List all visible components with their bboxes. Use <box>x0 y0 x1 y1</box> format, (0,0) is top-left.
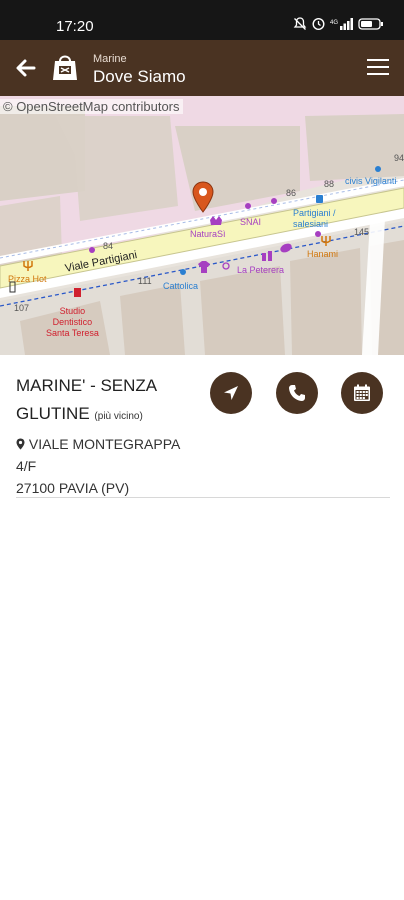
divider <box>16 497 390 498</box>
navigate-arrow-icon <box>224 386 238 400</box>
status-bar: 17:20 4G <box>0 0 404 40</box>
store-logo-icon <box>50 52 80 82</box>
map-view[interactable]: © OpenStreetMap contributors Viale Parti… <box>0 96 404 355</box>
map-marker-icon <box>16 438 25 450</box>
map-location-marker-icon[interactable] <box>192 181 214 213</box>
hamburger-menu-icon <box>367 59 389 75</box>
arrow-left-icon <box>16 59 36 77</box>
svg-text:4G: 4G <box>330 20 338 26</box>
call-button[interactable] <box>276 372 318 414</box>
status-time: 17:20 <box>56 18 94 35</box>
mute-icon <box>293 16 307 30</box>
calendar-button[interactable] <box>341 372 383 414</box>
phone-icon <box>289 385 305 401</box>
app-bar: Marine Dove Siamo <box>0 40 404 96</box>
address-line-3: 27100 PAVIA (PV) <box>16 480 130 496</box>
store-name: MARINE' - SENZA GLUTINE (più vicino) <box>16 372 206 431</box>
address-line-1: VIALE MONTEGRAPPA <box>28 436 181 452</box>
back-button[interactable] <box>12 54 40 82</box>
store-note: (più vicino) <box>94 411 143 422</box>
status-icons: 4G <box>293 16 384 31</box>
address-line-2: 4/F <box>16 458 37 474</box>
store-address-street: VIALE MONTEGRAPPA <box>16 433 388 455</box>
app-subtitle: Marine <box>93 53 127 65</box>
alarm-icon <box>312 17 325 31</box>
page-title: Dove Siamo <box>93 67 186 86</box>
map-poi-icons <box>9 166 381 297</box>
signal-4g-icon: 4G <box>330 17 353 30</box>
menu-button[interactable] <box>366 56 390 78</box>
navigate-button[interactable] <box>210 372 252 414</box>
calendar-icon <box>354 384 370 401</box>
battery-icon <box>358 17 383 30</box>
store-details: MARINE' - SENZA GLUTINE (più vicino) VIA… <box>16 372 388 499</box>
